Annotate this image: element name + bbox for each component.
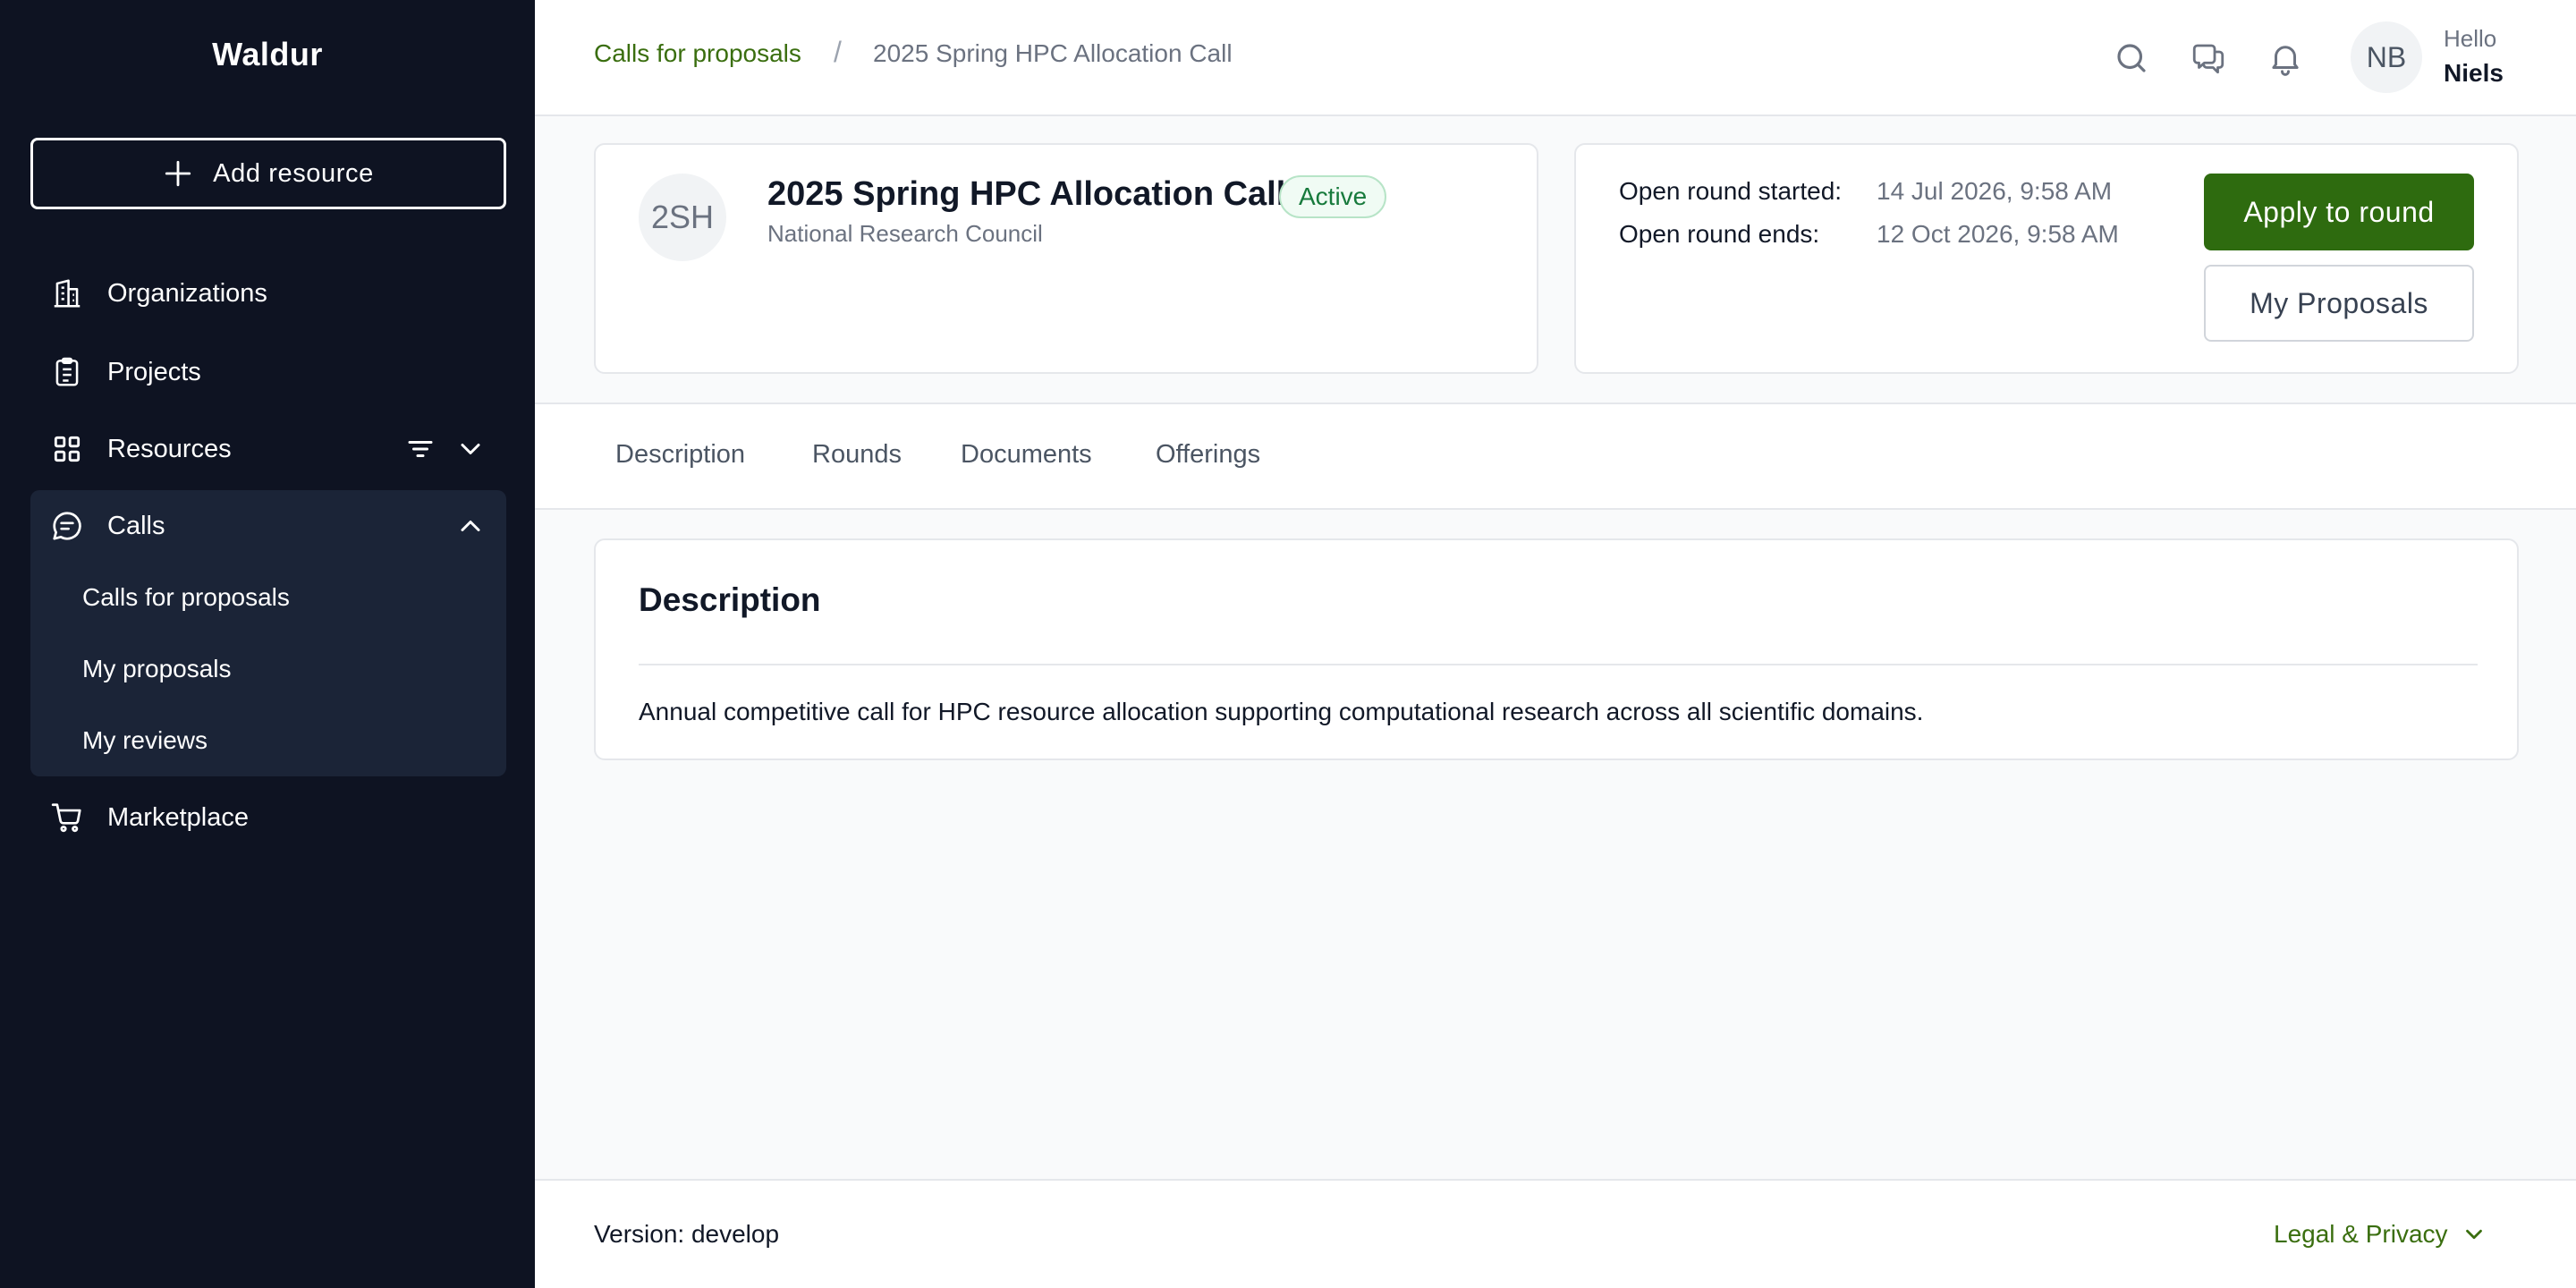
sidebar-subitem-my-reviews[interactable]: My reviews [82,714,494,767]
clipboard-icon [50,355,84,389]
breadcrumb-current: 2025 Spring HPC Allocation Call [873,39,1233,67]
grid-icon [50,432,84,466]
sidebar-item-label: Organizations [107,278,267,308]
tab-rounds[interactable]: Rounds [812,440,902,470]
sidebar-subitem-my-proposals[interactable]: My proposals [82,642,494,696]
filter-icon[interactable] [404,433,436,465]
sidebar-item-label: Calls [107,511,165,540]
legal-privacy-link[interactable]: Legal & Privacy [2274,1220,2487,1249]
chat-bubble-icon [50,509,84,543]
tabs-bar: Description Rounds Documents Offerings [535,402,2576,510]
sidebar-item-marketplace[interactable]: Marketplace [30,786,506,849]
add-resource-button[interactable]: Add resource [30,138,506,209]
round-info-card: Open round started: 14 Jul 2026, 9:58 AM… [1574,143,2519,374]
round-ends-value: 12 Oct 2026, 9:58 AM [1877,220,2119,248]
round-started-label: Open round started: [1619,177,1843,205]
divider [639,664,2478,665]
call-avatar: 2SH [639,174,726,261]
chevron-down-icon[interactable] [454,433,487,465]
call-title: 2025 Spring HPC Allocation Call [767,175,1286,213]
tab-documents[interactable]: Documents [961,440,1092,470]
building-icon [50,276,84,310]
cart-icon [50,801,84,835]
user-name[interactable]: Niels [2444,59,2504,88]
description-heading: Description [639,581,821,618]
footer: Version: develop Legal & Privacy [535,1179,2576,1288]
my-proposals-button[interactable]: My Proposals [2204,265,2474,342]
search-icon[interactable] [2113,39,2150,77]
bell-icon[interactable] [2267,39,2304,77]
sidebar: Waldur Add resource Organizations Projec… [0,0,535,1288]
round-ends-label: Open round ends: [1619,220,1820,248]
sidebar-item-resources[interactable]: Resources [30,418,506,480]
add-resource-label: Add resource [213,158,374,188]
description-card: Description Annual competitive call for … [594,538,2519,760]
breadcrumb-link-calls[interactable]: Calls for proposals [594,39,801,68]
chevron-down-icon [2465,1229,2482,1240]
legal-privacy-label: Legal & Privacy [2274,1220,2448,1248]
user-avatar[interactable]: NB [2351,21,2422,93]
brand-logo[interactable]: Waldur [0,36,535,73]
version-text: Version: develop [594,1220,780,1248]
sidebar-item-organizations[interactable]: Organizations [30,262,506,325]
top-header: Calls for proposals / 2025 Spring HPC Al… [535,0,2576,116]
tab-description[interactable]: Description [615,440,745,470]
organization-name: National Research Council [767,220,1043,247]
tab-offerings[interactable]: Offerings [1156,440,1260,470]
chevron-up-icon[interactable] [454,510,487,542]
sidebar-item-label: Resources [107,434,232,463]
status-badge: Active [1279,175,1387,218]
sidebar-item-calls[interactable]: Calls [30,495,506,557]
description-text: Annual competitive call for HPC resource… [639,698,1924,725]
sidebar-item-label: Projects [107,357,201,386]
call-info-card: 2SH 2025 Spring HPC Allocation Call Acti… [594,143,1538,374]
breadcrumb-separator: / [834,36,842,68]
greeting-text: Hello [2444,25,2497,52]
sidebar-item-projects[interactable]: Projects [30,341,506,403]
apply-to-round-button[interactable]: Apply to round [2204,174,2474,250]
chat-icon[interactable] [2190,39,2227,77]
plus-icon [165,160,191,187]
sidebar-item-label: Marketplace [107,802,249,832]
round-started-value: 14 Jul 2026, 9:58 AM [1877,177,2113,205]
sidebar-subitem-calls-for-proposals[interactable]: Calls for proposals [82,571,494,624]
